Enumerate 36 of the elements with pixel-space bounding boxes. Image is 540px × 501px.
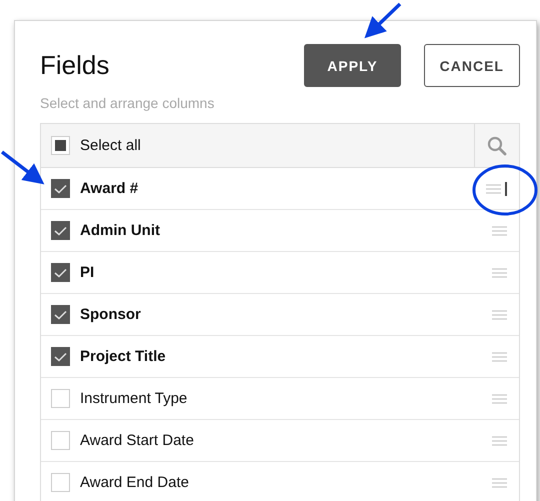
field-checkbox[interactable] — [51, 179, 70, 198]
field-checkbox[interactable] — [51, 221, 70, 240]
check-icon — [54, 184, 67, 194]
drag-handle-icon[interactable] — [492, 436, 507, 446]
annotation-circle — [472, 164, 538, 216]
cancel-button[interactable]: CANCEL — [424, 44, 520, 87]
apply-button[interactable]: APPLY — [304, 44, 401, 87]
select-all-label: Select all — [80, 137, 142, 154]
field-label: Award # — [80, 180, 140, 197]
select-all-checkbox[interactable] — [51, 136, 70, 155]
field-label: Award Start Date — [80, 432, 195, 449]
field-checkbox[interactable] — [51, 263, 70, 282]
check-icon — [54, 268, 67, 278]
drag-handle-icon[interactable] — [492, 268, 507, 278]
check-icon — [54, 226, 67, 236]
field-label: Instrument Type — [80, 390, 188, 407]
search-icon[interactable] — [487, 136, 507, 156]
field-label: Sponsor — [80, 306, 142, 323]
field-label: Award End Date — [80, 474, 190, 491]
annotation-arrow — [364, 2, 402, 38]
drag-handle-icon[interactable] — [492, 352, 507, 362]
dialog-subtitle: Select and arrange columns — [40, 95, 216, 111]
drag-handle-icon[interactable] — [486, 184, 501, 194]
field-checkbox[interactable] — [51, 305, 70, 324]
annotation-arrow — [0, 150, 44, 184]
dialog-title: Fields — [40, 50, 110, 81]
check-icon — [54, 352, 67, 362]
field-label: Project Title — [80, 348, 167, 365]
drag-handle-icon[interactable] — [492, 310, 507, 320]
field-label: PI — [80, 264, 96, 281]
field-label: Admin Unit — [80, 222, 161, 239]
drag-handle-icon[interactable] — [492, 226, 507, 236]
drag-handle-icon[interactable] — [492, 478, 507, 488]
drag-handle-icon[interactable] — [492, 394, 507, 404]
field-checkbox[interactable] — [51, 347, 70, 366]
check-icon — [54, 310, 67, 320]
